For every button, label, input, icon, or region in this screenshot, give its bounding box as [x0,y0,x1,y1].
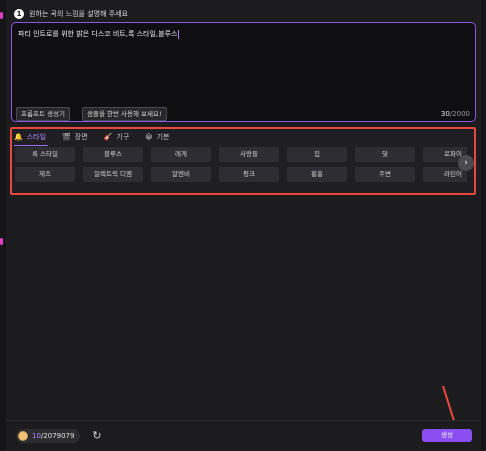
prompt-text-line: 파티 인트로를 위한 밝은 디스코 비트,록 스타일,블루스 [18,29,180,39]
refresh-icon[interactable]: ↻ [90,429,104,443]
tag-chip[interactable]: 블루스 [83,147,143,162]
tag-chip[interactable]: 록 스타일 [15,147,75,162]
tab-scene[interactable]: 🎬 장면 [62,131,88,143]
mood-icon: 😀 [145,133,153,141]
credit-counter: 10/2079079 [16,429,81,443]
tab-instrument[interactable]: 🎸 기구 [104,131,130,143]
text-caret [178,29,180,39]
tab-scene-label: 장면 [74,133,88,141]
tag-chip[interactable]: 덫 [355,147,415,162]
tag-chip[interactable]: 주변 [355,167,415,182]
tag-grid: 록 스타일 블루스 레게 사랑들 집 덫 로파이 재즈 일렉트릭 디엠 알엔비 … [15,147,467,189]
bottom-bar: 10/2079079 ↻ 생성 [6,420,481,451]
instrument-icon: 🎸 [103,133,113,141]
tag-chip[interactable]: 레게 [151,147,211,162]
credits-total: /2079079 [40,432,75,440]
section-heading: 1 원하는 곡의 느낌을 설명해 주세요 [14,9,128,19]
tag-panel: 🔔 스타일 🎬 장면 🎸 기구 😀 기분 록 스타일 블루스 레게 사랑들 집 … [10,127,476,195]
generate-button[interactable]: 생성 [422,429,472,442]
tab-style-label: 스타일 [26,133,47,141]
tag-chip[interactable]: 휨홉 [287,167,347,182]
tag-category-tabs: 🔔 스타일 🎬 장면 🎸 기구 😀 기분 [14,131,169,146]
tag-chip[interactable]: 펑크 [219,167,279,182]
char-limit: /2000 [449,110,470,118]
step-number-badge: 1 [14,9,24,19]
tab-style[interactable]: 🔔 스타일 [14,131,49,146]
char-count: 30 [440,110,450,118]
tag-chip[interactable]: 집 [287,147,347,162]
tag-chip[interactable]: 일렉트릭 디엠 [83,167,143,182]
chevron-right-icon[interactable]: › [458,155,474,171]
section-heading-text: 원하는 곡의 느낌을 설명해 주세요 [29,10,129,18]
app-frame: 1 원하는 곡의 느낌을 설명해 주세요 파티 인트로를 위한 밝은 디스코 비… [0,0,486,451]
right-scrollbar-track[interactable] [481,0,486,450]
prompt-textarea[interactable]: 파티 인트로를 위한 밝은 디스코 비트,록 스타일,블루스 프롬프트 생성기 … [11,22,476,122]
left-indicator-dot [0,238,3,245]
prompt-value: 파티 인트로를 위한 밝은 디스코 비트,록 스타일,블루스 [18,30,178,38]
left-edge-strip [0,0,6,450]
tag-chip[interactable]: 재즈 [15,167,75,182]
style-icon: 🔔 [14,133,23,141]
tab-mood-label: 기분 [156,133,170,141]
prompt-generator-button[interactable]: 프롬프트 생성기 [16,107,70,121]
credits-used: 10 [32,432,41,440]
left-indicator-dot [0,12,3,19]
char-counter: 30/2000 [441,110,470,118]
scene-icon: 🎬 [62,133,71,141]
tag-chip[interactable]: 사랑들 [219,147,279,162]
coin-icon [18,431,28,441]
tab-instrument-label: 기구 [116,133,130,141]
try-sample-button[interactable]: 샘플을 한번 사용해 보세요! [82,107,167,121]
tag-chip[interactable]: 알엔비 [151,167,211,182]
tab-mood[interactable]: 😀 기분 [145,131,169,143]
